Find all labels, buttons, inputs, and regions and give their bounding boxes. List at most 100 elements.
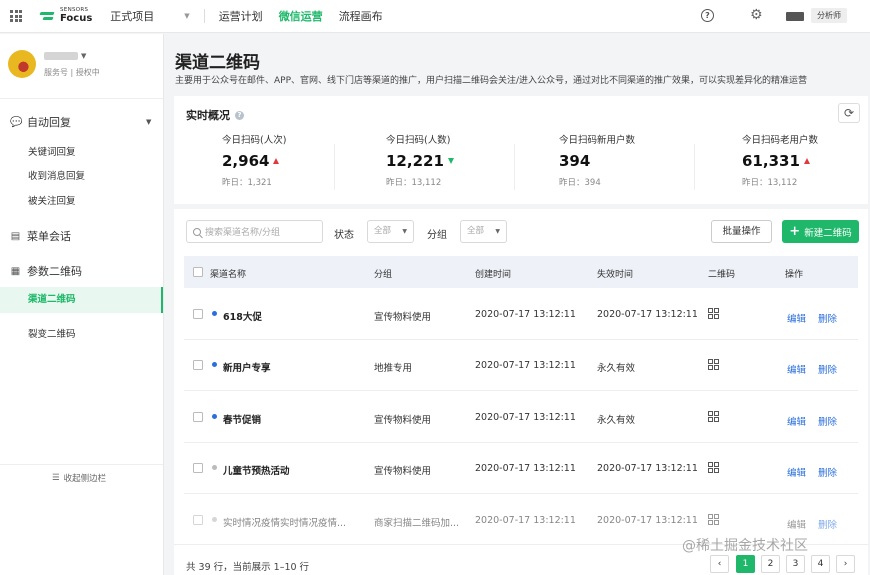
prev-page-button[interactable]: ‹ <box>710 555 729 573</box>
delete-link[interactable]: 删除 <box>818 311 837 325</box>
delete-link[interactable]: 删除 <box>818 465 837 479</box>
expires-cell: 2020-07-17 13:12:11 <box>597 309 698 320</box>
delete-link[interactable]: 删除 <box>818 517 837 531</box>
table-row: 春节促销 宣传物料使用 2020-07-17 13:12:11 永久有效 编辑 … <box>184 392 858 443</box>
nav-item-wechat-ops[interactable]: 微信运营 <box>279 8 323 24</box>
chevron-down-icon[interactable]: ▼ <box>146 118 151 126</box>
chevron-down-icon[interactable]: ▼ <box>81 52 86 60</box>
channel-name: 实时情况疫情实时情况疫情... <box>223 518 347 529</box>
chevron-down-icon[interactable]: ▼ <box>184 12 189 20</box>
row-checkbox[interactable] <box>193 515 203 525</box>
nav-item-flow-canvas[interactable]: 流程画布 <box>339 8 383 24</box>
group-cell: 宣传物料使用 <box>374 415 432 426</box>
sidebar-group-label: 参数二维码 <box>27 265 82 278</box>
batch-action-button[interactable]: 批量操作 <box>711 220 772 243</box>
menu-chat-icon: ▤ <box>10 230 21 242</box>
search-input[interactable]: 搜索渠道名称/分组 <box>186 220 323 243</box>
group-select-value: 全部 <box>467 226 485 236</box>
brand-logo: SENSORS Focus <box>40 8 92 24</box>
select-all-checkbox[interactable] <box>193 267 203 277</box>
row-checkbox[interactable] <box>193 412 203 422</box>
account-avatar <box>8 50 36 78</box>
table-row: 新用户专享 地推专用 2020-07-17 13:12:11 永久有效 编辑 删… <box>184 340 858 391</box>
sidebar-item-fission-qrcode[interactable]: 裂变二维码 <box>28 326 76 340</box>
table-row: 618大促 宣传物料使用 2020-07-17 13:12:11 2020-07… <box>184 289 858 340</box>
project-select[interactable]: 正式项目 <box>110 8 154 24</box>
qrcode-icon[interactable] <box>708 359 719 370</box>
qrcode-icon[interactable] <box>708 462 719 473</box>
row-checkbox[interactable] <box>193 309 203 319</box>
user-avatar[interactable] <box>786 12 804 21</box>
edit-link[interactable]: 编辑 <box>787 311 806 325</box>
plus-icon: + <box>789 224 801 239</box>
app-grid-icon[interactable] <box>10 10 22 22</box>
sidebar-group-label: 菜单会话 <box>27 230 71 243</box>
expires-cell: 永久有效 <box>597 415 636 426</box>
trend-up-icon <box>273 158 280 164</box>
nav-item-ops-plan[interactable]: 运营计划 <box>219 8 263 24</box>
group-cell: 宣传物料使用 <box>374 466 432 477</box>
sidebar-item-message-reply[interactable]: 收到消息回复 <box>28 168 85 182</box>
page-description: 主要用于公众号在邮件、APP、官网、线下门店等渠道的推广，用户扫描二维码会关注/… <box>175 76 808 86</box>
next-page-button[interactable]: › <box>836 555 855 573</box>
edit-link[interactable]: 编辑 <box>787 465 806 479</box>
status-dot-inactive <box>212 465 217 470</box>
page-button-4[interactable]: 4 <box>811 555 830 573</box>
question-icon[interactable]: ? <box>235 110 244 120</box>
help-icon[interactable]: ? <box>701 9 714 22</box>
qrcode-icon[interactable] <box>708 411 719 422</box>
divider <box>694 144 695 190</box>
watermark: @稀土掘金技术社区 <box>682 538 808 554</box>
group-select[interactable]: 全部 ▼ <box>460 220 507 243</box>
metric-scan-times: 今日扫码(人次) 2,964 昨日：1,321 <box>222 132 362 188</box>
top-nav: 运营计划 微信运营 流程画布 <box>219 8 383 24</box>
overview-title: 实时概况 ? <box>186 107 244 123</box>
divider <box>203 9 205 23</box>
new-qrcode-button[interactable]: + 新建二维码 <box>782 220 859 243</box>
metric-scan-users: 今日扫码(人数) 12,221 昨日：13,112 <box>386 132 526 188</box>
group-filter-label: 分组 <box>427 230 447 241</box>
page-button-2[interactable]: 2 <box>761 555 780 573</box>
sidebar-group-param-qrcode[interactable]: ▦ 参数二维码 <box>10 263 82 279</box>
status-select[interactable]: 全部 ▼ <box>367 220 414 243</box>
search-icon <box>193 227 201 236</box>
sidebar-group-auto-reply[interactable]: 💬 自动回复 <box>10 114 71 130</box>
qrcode-icon[interactable] <box>708 308 719 319</box>
status-dot-active <box>212 414 217 419</box>
collapse-sidebar-button[interactable]: ☰ 收起侧边栏 <box>52 472 106 484</box>
expires-cell: 2020-07-17 13:12:11 <box>597 515 698 526</box>
gear-icon[interactable]: ⚙ <box>750 7 763 23</box>
qrcode-table-card: 搜索渠道名称/分组 状态 全部 ▼ 分组 全部 ▼ 批量操作 + 新建二维码 渠… <box>174 209 868 575</box>
edit-link[interactable]: 编辑 <box>787 414 806 428</box>
edit-link[interactable]: 编辑 <box>787 517 806 531</box>
account-info[interactable]: ▼ 服务号 | 授权中 <box>8 50 100 78</box>
top-bar: SENSORS Focus 正式项目 ▼ 运营计划 微信运营 流程画布 ? ⚙ 分… <box>0 0 870 33</box>
sidebar-item-follow-reply[interactable]: 被关注回复 <box>28 193 76 207</box>
metric-value: 2,964 <box>222 152 270 170</box>
metric-value: 12,221 <box>386 152 444 170</box>
chat-bubble-icon: 💬 <box>10 116 23 128</box>
role-badge[interactable]: 分析师 <box>811 8 847 23</box>
divider <box>514 144 515 190</box>
metric-value: 61,331 <box>742 152 800 170</box>
status-select-value: 全部 <box>374 226 392 236</box>
search-placeholder: 搜索渠道名称/分组 <box>205 228 281 238</box>
pagination-summary: 共 39 行，当前展示 1–10 行 <box>186 562 310 573</box>
page-button-3[interactable]: 3 <box>786 555 805 573</box>
edit-link[interactable]: 编辑 <box>787 362 806 376</box>
refresh-button[interactable]: ⟳ <box>838 103 860 123</box>
sidebar-item-keyword-reply[interactable]: 关键词回复 <box>28 144 76 158</box>
row-checkbox[interactable] <box>193 463 203 473</box>
row-checkbox[interactable] <box>193 360 203 370</box>
th-qrcode: 二维码 <box>708 270 736 280</box>
delete-link[interactable]: 删除 <box>818 414 837 428</box>
delete-link[interactable]: 删除 <box>818 362 837 376</box>
account-name <box>44 52 78 60</box>
page-button-1[interactable]: 1 <box>736 555 755 573</box>
metric-label: 今日扫码老用户数 <box>742 135 819 146</box>
qrcode-icon[interactable] <box>708 514 719 525</box>
sidebar: ▼ 服务号 | 授权中 💬 自动回复 ▼ 关键词回复 收到消息回复 被关注回复 … <box>0 34 164 575</box>
trend-up-icon <box>803 158 810 164</box>
sidebar-group-menu-chat[interactable]: ▤ 菜单会话 <box>10 228 71 244</box>
sidebar-item-channel-qrcode[interactable]: 渠道二维码 <box>0 287 163 313</box>
